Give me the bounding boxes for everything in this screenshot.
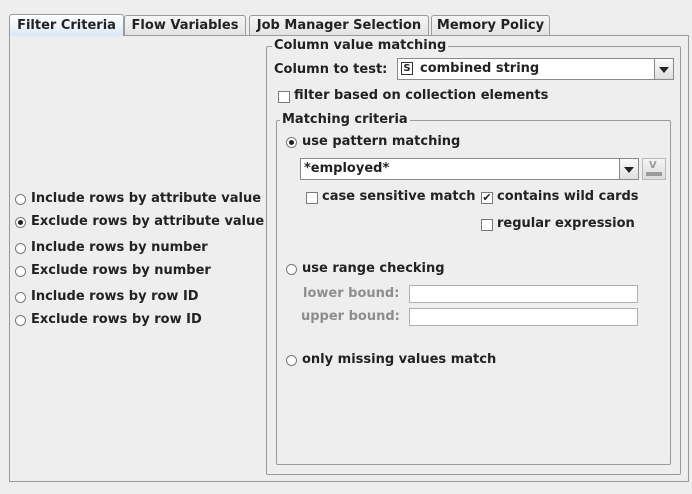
pattern-input-value[interactable]: *employed* bbox=[304, 161, 389, 176]
include-number-radio[interactable] bbox=[15, 243, 26, 254]
lower-bound-input[interactable] bbox=[409, 285, 638, 303]
include-rowid-label[interactable]: Include rows by row ID bbox=[31, 289, 199, 304]
string-type-icon: S bbox=[401, 62, 413, 75]
upper-bound-label: upper bound: bbox=[301, 309, 400, 324]
exclude-attribute-radio[interactable] bbox=[15, 217, 26, 228]
exclude-number-label[interactable]: Exclude rows by number bbox=[31, 263, 211, 278]
flow-variable-icon: V bbox=[649, 160, 657, 171]
collection-elements-checkbox[interactable] bbox=[278, 91, 290, 103]
include-attribute-radio[interactable] bbox=[15, 194, 26, 205]
exclude-rowid-label[interactable]: Exclude rows by row ID bbox=[31, 312, 202, 327]
pattern-matching-label[interactable]: use pattern matching bbox=[302, 134, 460, 149]
chevron-down-icon[interactable] bbox=[619, 159, 638, 179]
pattern-matching-radio[interactable] bbox=[286, 137, 297, 148]
wild-cards-checkbox[interactable]: ✔ bbox=[481, 192, 493, 204]
pattern-input[interactable]: *employed* bbox=[300, 158, 639, 180]
checkmark-icon: ✔ bbox=[482, 191, 492, 204]
include-attribute-label[interactable]: Include rows by attribute value bbox=[31, 191, 261, 206]
include-rowid-radio[interactable] bbox=[15, 292, 26, 303]
lower-bound-label: lower bound: bbox=[303, 286, 400, 301]
tab-flow-variables[interactable]: Flow Variables bbox=[124, 15, 246, 35]
flow-variable-icon-bar bbox=[646, 172, 662, 176]
case-sensitive-label[interactable]: case sensitive match bbox=[322, 189, 476, 204]
tab-job-manager-selection[interactable]: Job Manager Selection bbox=[249, 15, 429, 35]
include-number-label[interactable]: Include rows by number bbox=[31, 240, 208, 255]
range-checking-radio[interactable] bbox=[286, 264, 297, 275]
tab-filter-criteria[interactable]: Filter Criteria bbox=[9, 14, 124, 36]
range-checking-label[interactable]: use range checking bbox=[302, 261, 445, 276]
chevron-down-icon[interactable] bbox=[654, 59, 673, 79]
exclude-attribute-label[interactable]: Exclude rows by attribute value bbox=[31, 214, 264, 229]
missing-values-radio[interactable] bbox=[286, 355, 297, 366]
regex-checkbox[interactable] bbox=[481, 219, 493, 231]
column-value-matching-title: Column value matching bbox=[272, 38, 449, 53]
collection-elements-label[interactable]: filter based on collection elements bbox=[294, 88, 548, 103]
exclude-number-radio[interactable] bbox=[15, 266, 26, 277]
flow-variable-button[interactable]: V bbox=[642, 158, 666, 180]
column-select[interactable]: S combined string bbox=[397, 58, 674, 80]
regex-label[interactable]: regular expression bbox=[497, 216, 635, 231]
column-to-test-label: Column to test: bbox=[274, 62, 388, 77]
upper-bound-input[interactable] bbox=[409, 308, 638, 326]
tab-memory-policy[interactable]: Memory Policy bbox=[431, 15, 550, 35]
column-select-value: combined string bbox=[420, 61, 540, 76]
case-sensitive-checkbox[interactable] bbox=[306, 192, 318, 204]
matching-criteria-title: Matching criteria bbox=[280, 112, 410, 127]
wild-cards-label[interactable]: contains wild cards bbox=[497, 189, 639, 204]
exclude-rowid-radio[interactable] bbox=[15, 315, 26, 326]
missing-values-label[interactable]: only missing values match bbox=[302, 352, 496, 367]
